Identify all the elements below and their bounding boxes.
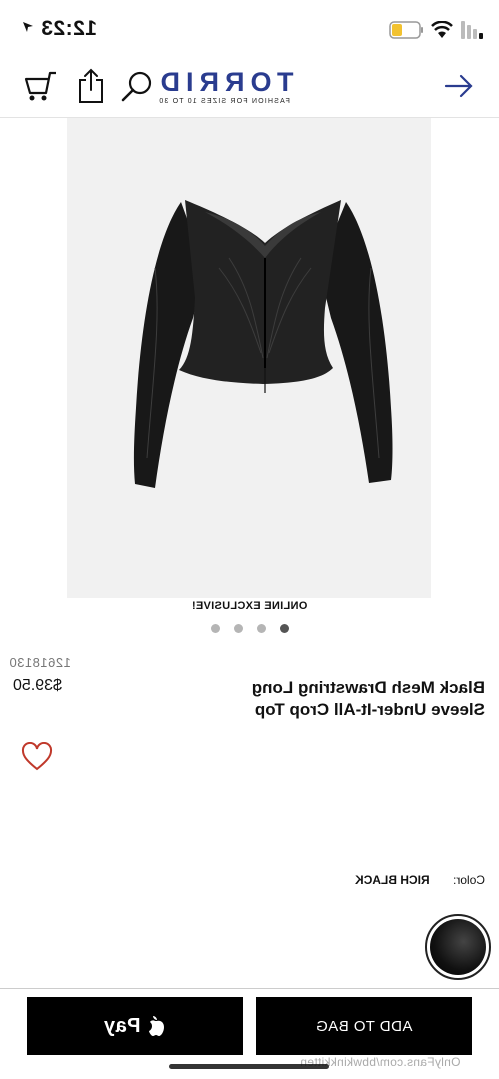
carousel-dot[interactable]: [234, 624, 243, 633]
back-button[interactable]: [439, 66, 479, 106]
home-indicator[interactable]: [169, 1064, 329, 1069]
status-bar: 12:23: [0, 0, 499, 58]
color-swatch-rich-black[interactable]: [425, 914, 491, 980]
product-sku: 12618130: [9, 655, 71, 670]
arrow-icon: [444, 74, 473, 98]
signal-icon: [461, 21, 483, 39]
wifi-icon: [431, 21, 453, 38]
product-image[interactable]: [67, 118, 431, 598]
carousel-dot[interactable]: [211, 624, 220, 633]
status-icons: [383, 18, 483, 42]
logo-text: TORRID: [154, 67, 294, 97]
online-exclusive-badge: ONLINE EXCLUSIVE!: [191, 600, 308, 612]
logo-wordmark: TORRID: [154, 67, 294, 97]
crop-top-image: [67, 118, 431, 598]
add-to-bag-label: ADD TO BAG: [315, 1017, 413, 1035]
torrid-logo[interactable]: TORRID FASHION FOR SIZES 10 TO 30: [154, 67, 294, 113]
share-button[interactable]: [71, 66, 111, 106]
search-button[interactable]: [117, 66, 157, 106]
top-navbar: TORRID FASHION FOR SIZES 10 TO 30: [0, 58, 499, 118]
product-price: $39.50: [13, 677, 62, 694]
heart-icon: [21, 741, 53, 771]
location-arrow-icon: [23, 22, 34, 32]
status-time: 12:23: [22, 17, 97, 41]
color-label: Color:: [452, 873, 485, 887]
logo-tagline: FASHION FOR SIZES 10 TO 30: [158, 98, 290, 105]
color-row: Color: RICH BLACK: [355, 873, 485, 887]
share-icon: [79, 68, 103, 103]
apple-icon: [148, 1016, 164, 1036]
wishlist-button[interactable]: [21, 741, 53, 772]
add-to-bag-button[interactable]: ADD TO BAG: [256, 997, 472, 1055]
battery-icon: [389, 21, 423, 39]
apple-pay-button[interactable]: Pay: [27, 997, 243, 1055]
apple-pay-label: Pay: [103, 1014, 141, 1037]
carousel-dot[interactable]: [257, 624, 266, 633]
product-title: Black Mesh Drawstring Long Sleeve Under-…: [251, 678, 485, 719]
swatch-image: [430, 919, 486, 975]
color-value: RICH BLACK: [354, 873, 430, 887]
image-carousel-dots[interactable]: [209, 624, 289, 634]
carousel-dot[interactable]: [280, 624, 289, 633]
cart-icon: [24, 71, 56, 101]
cart-button[interactable]: [21, 66, 61, 106]
search-icon: [121, 71, 152, 102]
